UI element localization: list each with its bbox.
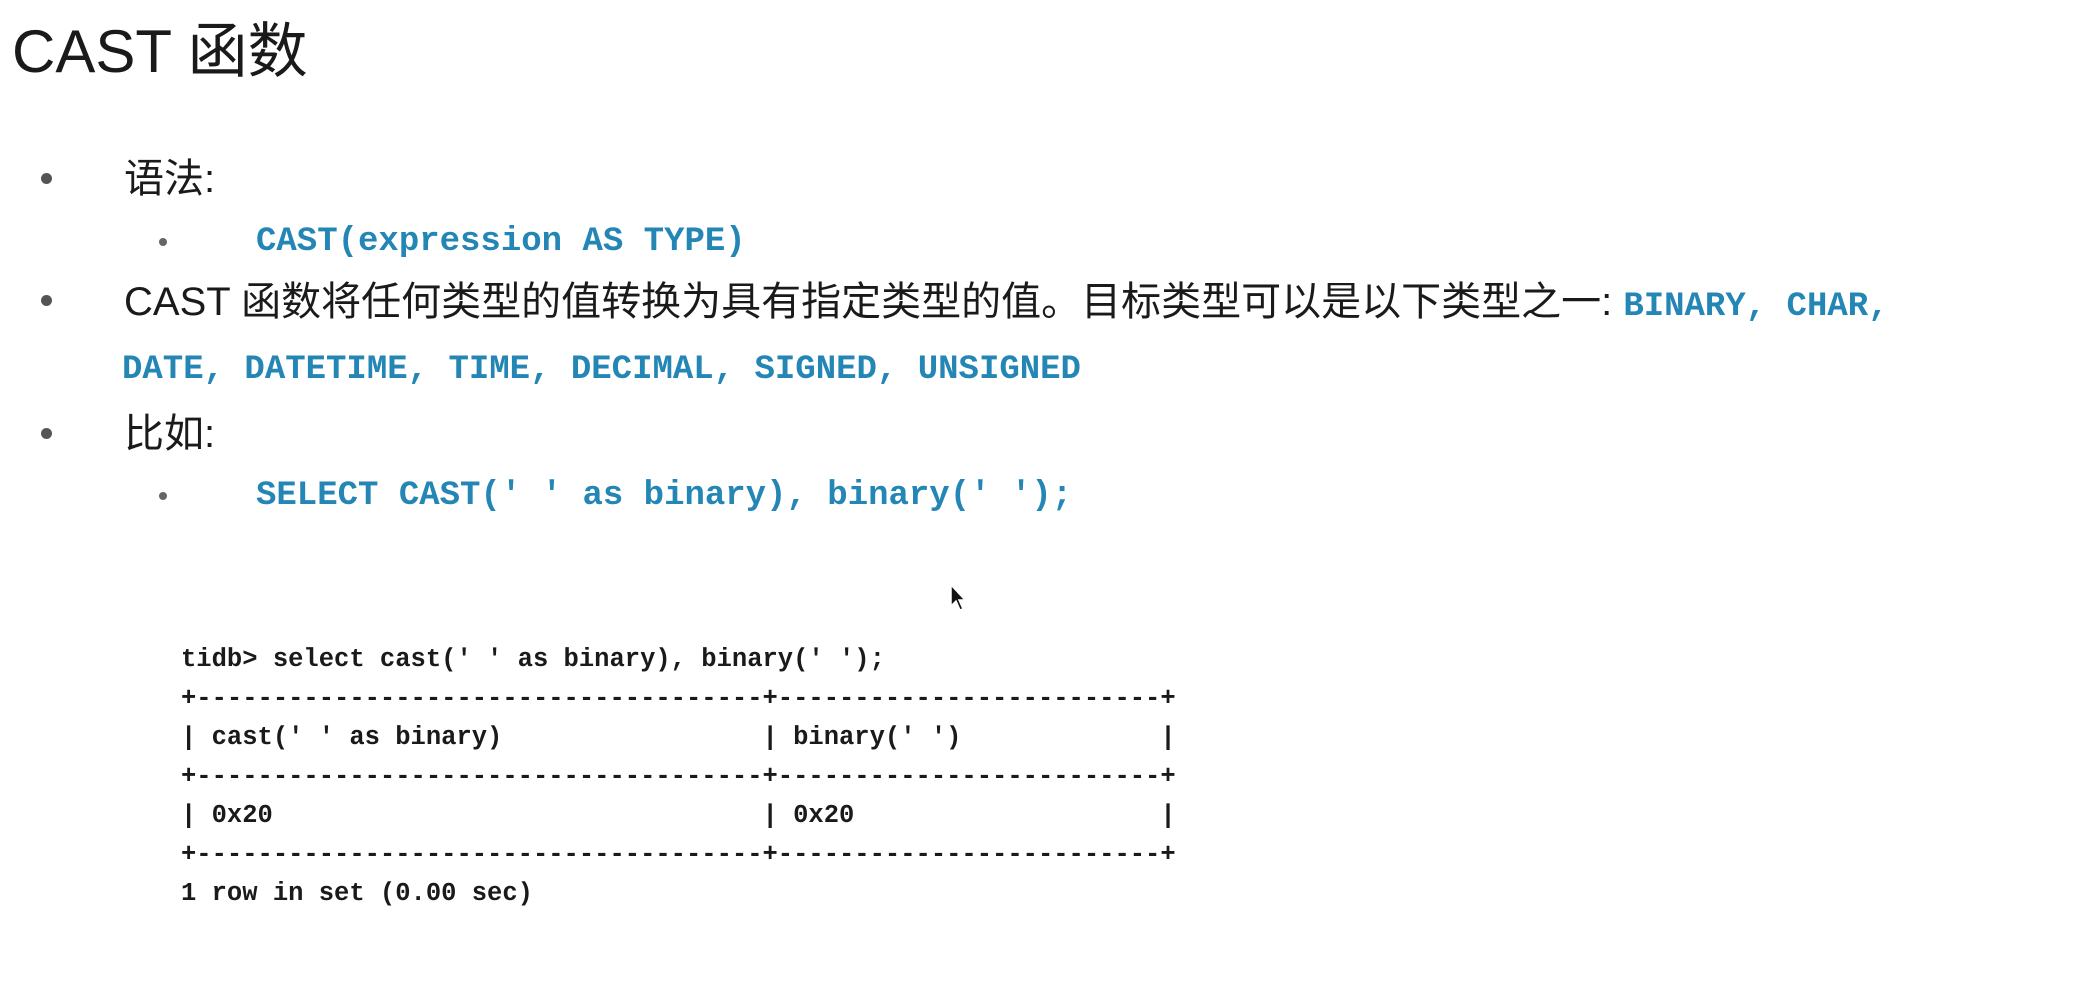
terminal-prompt-line: tidb> select cast(' ' as binary), binary… xyxy=(181,645,885,674)
bullet-icon xyxy=(41,428,52,439)
table-border: +-------------------------------------+-… xyxy=(181,762,1176,791)
description-main: CAST 函数将任何类型的值转换为具有指定类型的值。目标类型可以是以下类型之一: xyxy=(124,280,1613,324)
description-text: CAST 函数将任何类型的值转换为具有指定类型的值。目标类型可以是以下类型之一:… xyxy=(124,276,1889,333)
terminal-footer: 1 row in set (0.00 sec) xyxy=(181,879,533,908)
table-border: +-------------------------------------+-… xyxy=(181,840,1176,869)
bullet-icon xyxy=(41,173,52,184)
description-types-line2: DATE, DATETIME, TIME, DECIMAL, SIGNED, U… xyxy=(122,351,1081,389)
sub-bullet-icon xyxy=(159,238,167,246)
table-border: +-------------------------------------+-… xyxy=(181,684,1176,713)
example-label: 比如: xyxy=(124,412,216,456)
mouse-pointer-icon xyxy=(950,584,966,611)
table-header-row: | cast(' ' as binary) | binary(' ') | xyxy=(181,723,1176,752)
syntax-label: 语法: xyxy=(124,157,216,201)
sub-bullet-icon xyxy=(159,492,167,500)
example-code: SELECT CAST(' ' as binary), binary(' '); xyxy=(256,477,1073,515)
description-types-line1: BINARY, CHAR, xyxy=(1623,288,1889,326)
terminal-output: tidb> select cast(' ' as binary), binary… xyxy=(181,640,1176,913)
page-title: CAST 函数 xyxy=(12,18,308,85)
syntax-code: CAST(expression AS TYPE) xyxy=(256,223,746,261)
bullet-icon xyxy=(41,295,52,306)
table-value-row: | 0x20 | 0x20 | xyxy=(181,801,1176,830)
